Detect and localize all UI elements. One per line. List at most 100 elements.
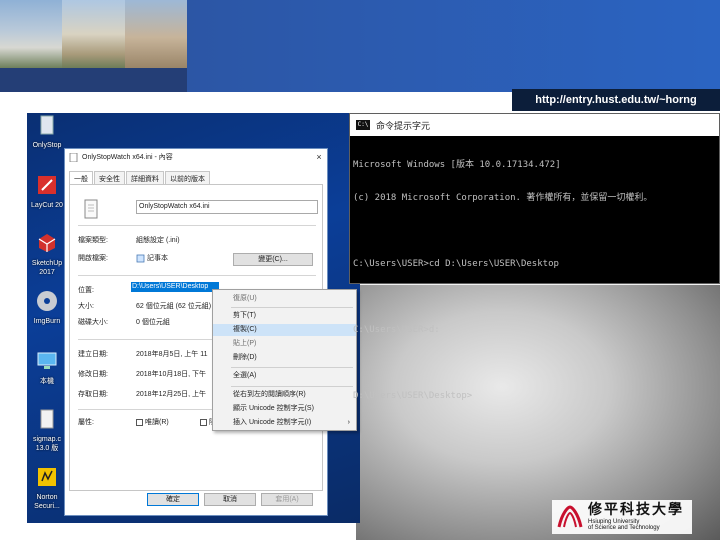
- checkbox-box[interactable]: [136, 418, 143, 426]
- dialog-title: OnlyStopWatch x64.ini - 內容: [82, 154, 173, 161]
- laycut-app-icon: [38, 176, 56, 194]
- accessed-label: 存取日期:: [78, 391, 108, 398]
- computer-icon: [37, 352, 57, 369]
- disc-icon: [37, 291, 57, 311]
- menu-item-undo[interactable]: 復原(U): [213, 293, 356, 305]
- tab-details[interactable]: 詳細資料: [126, 171, 164, 184]
- cmd-line: D:\Users\USER\Desktop>: [353, 391, 473, 401]
- cmd-line: C:\Users\USER>d:: [353, 325, 440, 335]
- tab-previous-versions[interactable]: 以前的版本: [165, 171, 210, 184]
- menu-item-rtl-reading-order[interactable]: 從右到左的閱讀順序(R): [213, 389, 356, 401]
- campus-photo: [0, 0, 63, 68]
- file-icon: [69, 152, 78, 162]
- console-icon: C:\: [356, 120, 370, 130]
- notepad-icon: [136, 254, 145, 263]
- tab-security[interactable]: 安全性: [94, 171, 125, 184]
- menu-item-select-all[interactable]: 全選(A): [213, 370, 356, 382]
- header-right-panel: [187, 0, 720, 92]
- cmd-line: Microsoft Windows [版本 10.0.17134.472]: [353, 160, 561, 170]
- file-icon: [40, 115, 54, 135]
- divider: [78, 225, 316, 226]
- university-logo: 修平科技大學 Hsiuping University of Science an…: [552, 500, 692, 534]
- dialog-buttons: 確定 取消 套用(A): [147, 493, 318, 506]
- menu-item-delete[interactable]: 刪除(D): [213, 352, 356, 364]
- menu-item-paste[interactable]: 貼上(P): [213, 338, 356, 350]
- file-icon: [40, 409, 54, 429]
- tab-general[interactable]: 一般: [69, 171, 93, 184]
- menu-divider: [231, 386, 353, 387]
- sketchup-app-icon: [38, 234, 56, 252]
- divider: [78, 275, 316, 276]
- menu-item-copy[interactable]: 複製(C): [213, 324, 356, 336]
- menu-item-show-unicode-control[interactable]: 顯示 Unicode 控制字元(S): [213, 403, 356, 415]
- desktop-icon-this-pc[interactable]: 本機: [27, 349, 67, 386]
- norton-shield-icon: [38, 468, 56, 486]
- menu-item-insert-unicode-control[interactable]: 插入 Unicode 控制字元(I) ›: [213, 417, 356, 429]
- disk-size-label: 磁碟大小:: [78, 319, 108, 326]
- location-value-selected[interactable]: D:\Users\USER\Desktop: [131, 282, 219, 292]
- dialog-tabs: 一般 安全性 詳細資料 以前的版本: [69, 171, 211, 184]
- change-button[interactable]: 變更(C)...: [233, 253, 313, 266]
- cmd-line: C:\Users\USER>cd D:\Users\USER\Desktop: [353, 259, 559, 269]
- cancel-button[interactable]: 取消: [204, 493, 256, 506]
- campus-photo: [124, 0, 187, 68]
- modified-label: 修改日期:: [78, 371, 108, 378]
- accessed-value: 2018年12月25日, 上午: [136, 391, 207, 398]
- open-with-value: 記事本: [136, 253, 168, 263]
- desktop-icon-label: 本機: [40, 378, 54, 385]
- desktop-icon-label: SketchUp 2017: [31, 260, 63, 276]
- open-with-app: 記事本: [146, 255, 168, 262]
- desktop-icon-sigmap[interactable]: sigmap.c 13.0 版: [27, 407, 67, 453]
- desktop-icon-label: sigmap.c 13.0 版: [32, 436, 61, 452]
- cmd-line: [353, 358, 716, 369]
- desktop-icon-norton[interactable]: Norton Securi...: [27, 465, 67, 511]
- desktop-icon-laycut[interactable]: LayCut 20: [27, 173, 67, 210]
- university-emblem-icon: [557, 505, 583, 528]
- readonly-label: 唯讀(R): [145, 419, 169, 426]
- readonly-checkbox[interactable]: 唯讀(R): [136, 417, 169, 427]
- desktop-icon-label: OnlyStop: [32, 142, 62, 149]
- photo-caption-bar: [0, 68, 187, 92]
- menu-item-cut[interactable]: 剪下(T): [213, 310, 356, 322]
- campus-photo: [62, 0, 125, 68]
- command-prompt-window: C:\ 命令提示字元 Microsoft Windows [版本 10.0.17…: [349, 113, 720, 401]
- disk-size-value: 0 個位元組: [136, 319, 170, 326]
- size-value: 62 個位元組 (62 位元組): [136, 303, 212, 310]
- desktop-icon-imgburn[interactable]: ImgBurn: [27, 289, 67, 326]
- cmd-line: [353, 292, 716, 303]
- cmd-title-bar[interactable]: C:\ 命令提示字元: [350, 114, 719, 136]
- created-label: 建立日期:: [78, 351, 108, 358]
- modified-value: 2018年10月18日, 下午: [136, 371, 207, 378]
- dialog-title-bar[interactable]: OnlyStopWatch x64.ini - 內容 ×: [65, 149, 327, 165]
- header-url[interactable]: http://entry.hust.edu.tw/~horng: [512, 89, 720, 111]
- menu-divider: [231, 307, 353, 308]
- desktop-icon-onlystop[interactable]: OnlyStop: [27, 113, 67, 150]
- filename-input[interactable]: OnlyStopWatch x64.ini: [136, 200, 318, 214]
- menu-item-label: 插入 Unicode 控制字元(I): [233, 419, 312, 426]
- cmd-line: [353, 226, 716, 237]
- university-name-en-line: of Science and Technology: [588, 525, 660, 531]
- location-label: 位置:: [78, 287, 94, 294]
- file-type-label: 檔案類型:: [78, 237, 108, 244]
- university-logo-text: 修平科技大學 Hsiuping University of Science an…: [588, 503, 684, 531]
- cmd-console-output[interactable]: Microsoft Windows [版本 10.0.17134.472] (c…: [350, 136, 719, 426]
- apply-button[interactable]: 套用(A): [261, 493, 313, 506]
- university-name-en: Hsiuping University of Science and Techn…: [588, 519, 684, 531]
- campus-photo-strip: [0, 0, 187, 68]
- ok-button[interactable]: 確定: [147, 493, 199, 506]
- university-name-cn: 修平科技大學: [588, 502, 684, 518]
- ini-file-icon: [84, 199, 98, 219]
- size-label: 大小:: [78, 303, 94, 310]
- open-with-label: 開啟檔案:: [78, 255, 108, 262]
- close-icon[interactable]: ×: [311, 152, 327, 162]
- desktop-icon-sketchup[interactable]: SketchUp 2017: [27, 231, 67, 277]
- desktop-icon-label: LayCut 20: [31, 202, 63, 209]
- context-menu: 復原(U) 剪下(T) 複製(C) 貼上(P) 刪除(D) 全選(A) 從右到左…: [212, 289, 357, 431]
- file-type-value: 組態設定 (.ini): [136, 237, 180, 244]
- desktop-icon-label: ImgBurn: [33, 318, 61, 325]
- menu-divider: [231, 367, 353, 368]
- attributes-label: 屬性:: [78, 419, 94, 426]
- cmd-title: 命令提示字元: [376, 121, 431, 132]
- checkbox-box[interactable]: [200, 418, 207, 426]
- desktop-icon-label: Norton Securi...: [34, 494, 60, 510]
